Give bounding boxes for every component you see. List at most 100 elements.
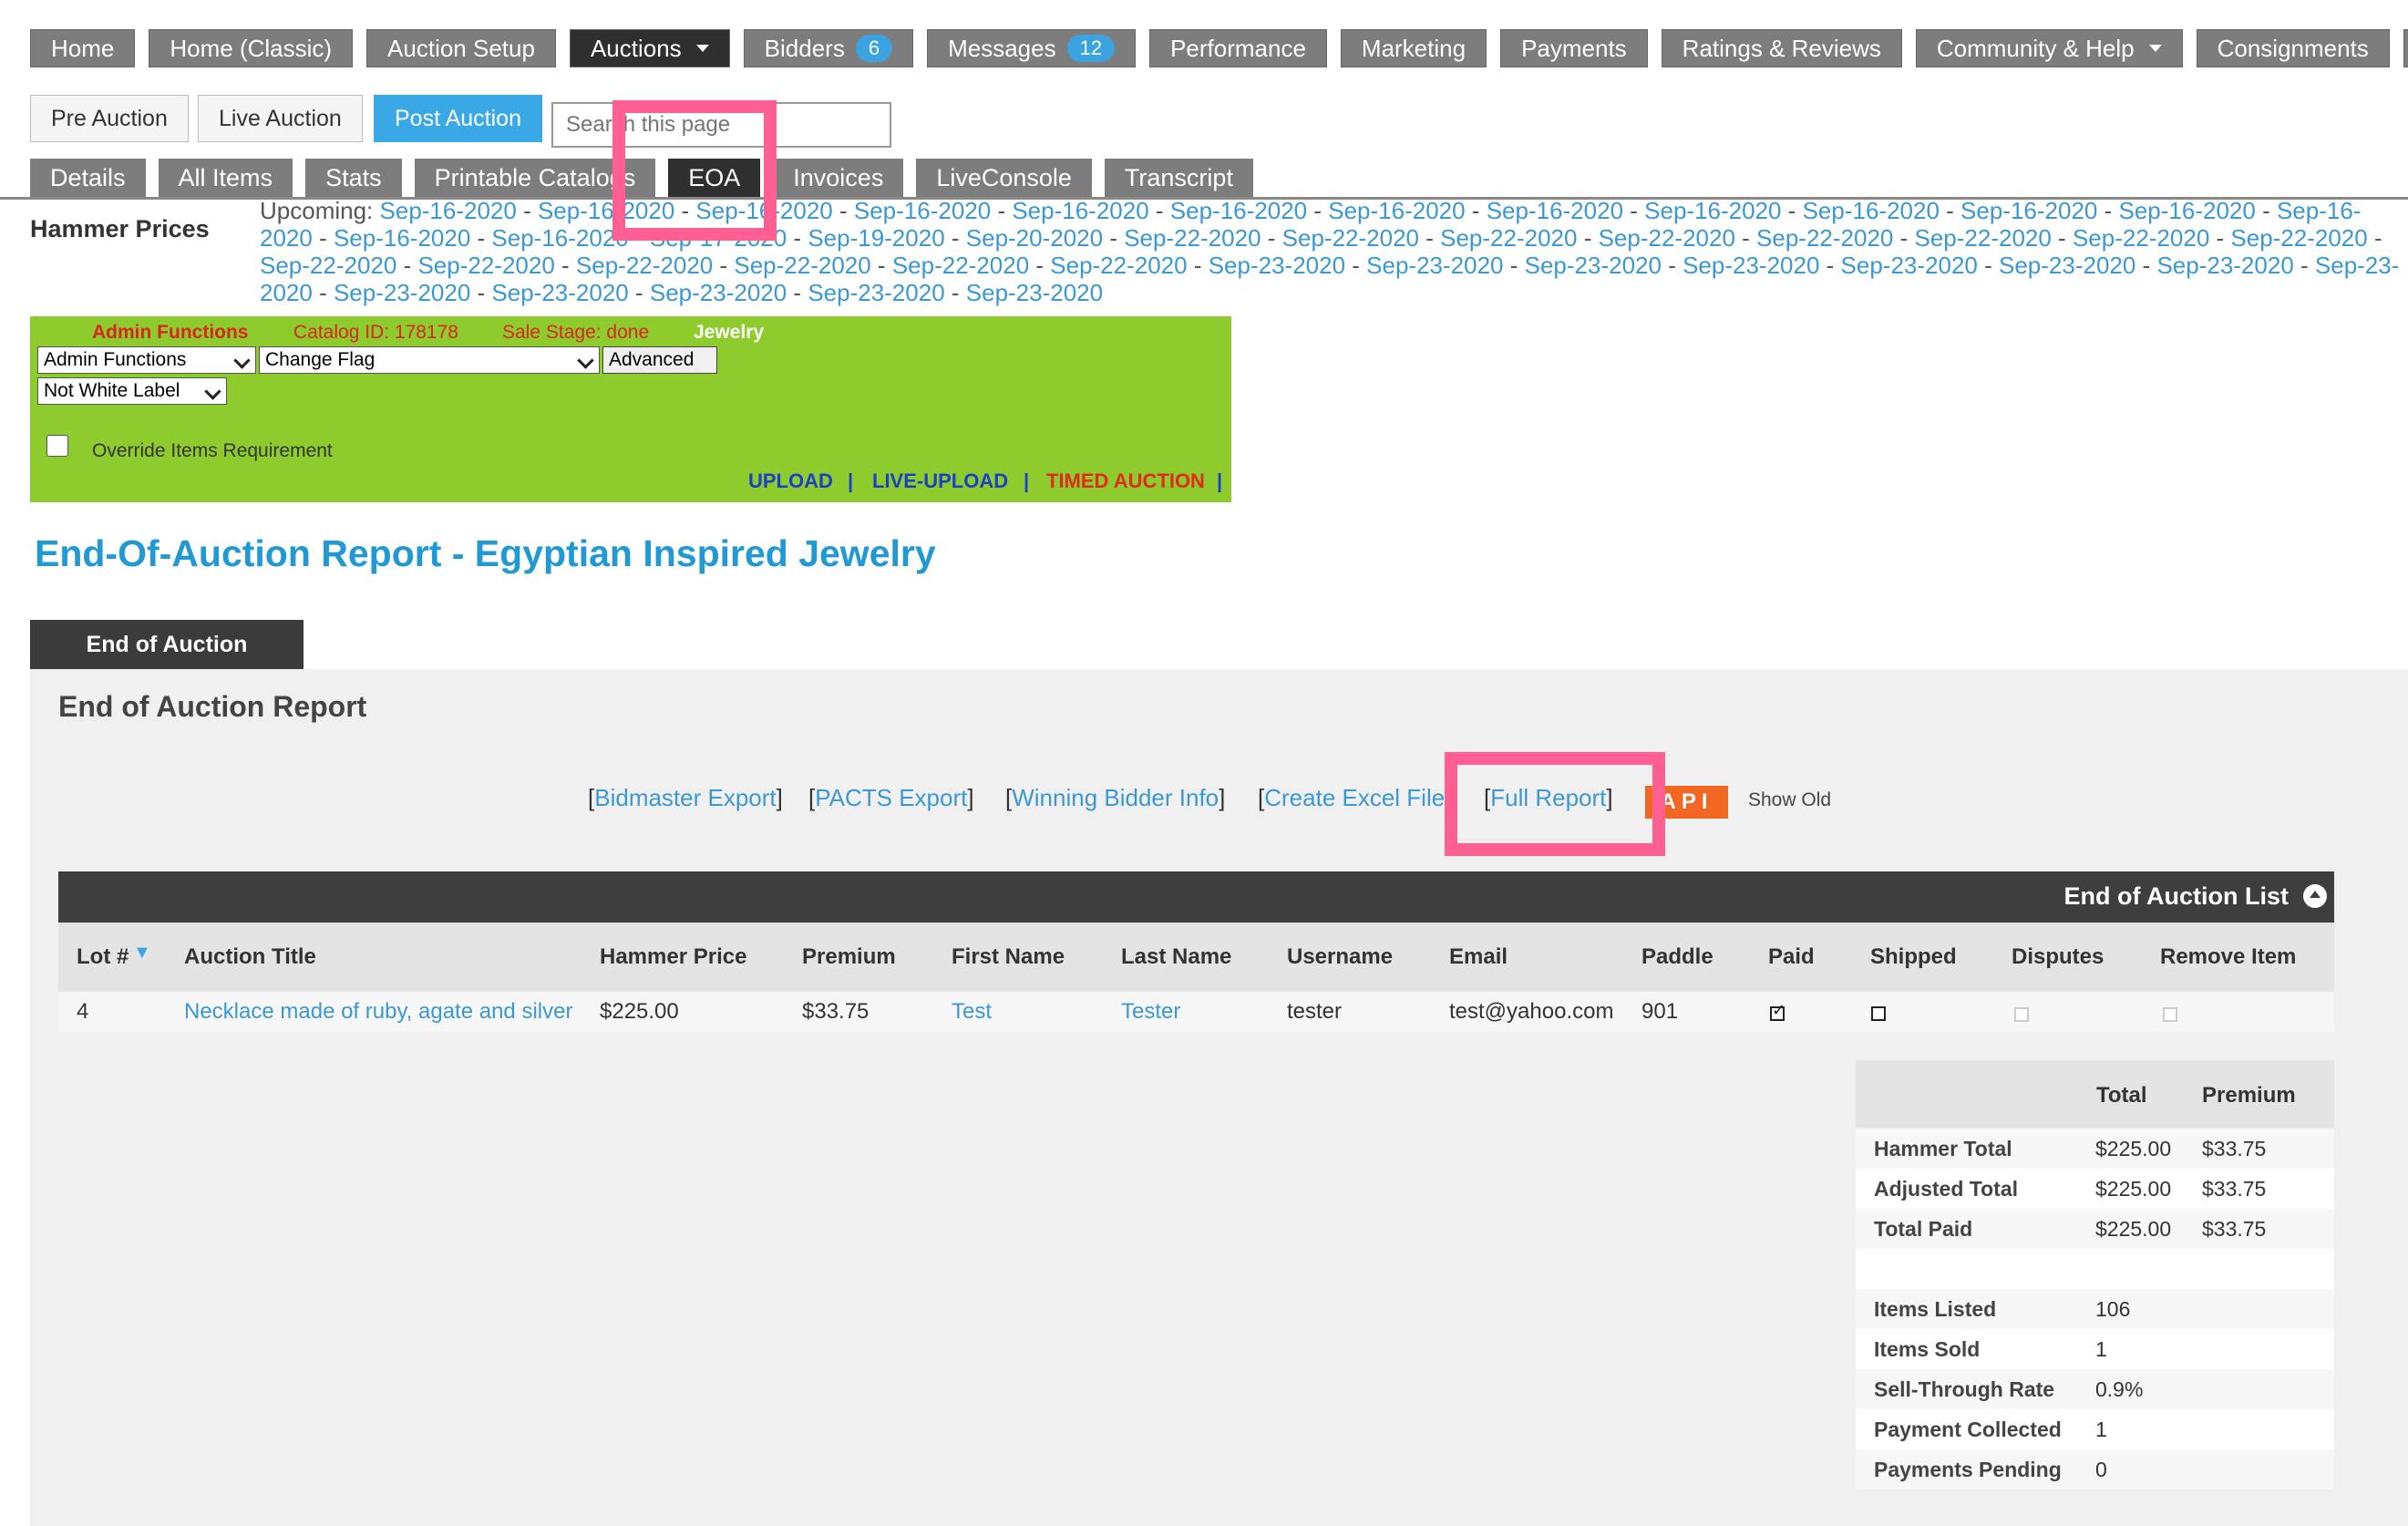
col-username[interactable]: Username	[1287, 944, 1393, 970]
show-old-link[interactable]: Show Old	[1748, 789, 1831, 811]
tab-transcript[interactable]: Transcript	[1104, 159, 1253, 197]
nav-bidders[interactable]: Bidders 6	[743, 29, 914, 67]
admin-functions-select[interactable]: Admin Functions	[37, 346, 256, 374]
col-disputes[interactable]: Disputes	[2012, 944, 2104, 970]
nav-auctions[interactable]: Auctions	[569, 29, 730, 67]
upcoming-date-link[interactable]: Sep-23-2020	[1366, 252, 1503, 279]
bidmaster-export-text[interactable]: Bidmaster Export	[594, 784, 776, 811]
nav-community[interactable]: Community & Help	[1915, 29, 2183, 67]
upcoming-date-link[interactable]: Sep-19-2020	[808, 224, 944, 252]
upcoming-date-link[interactable]: Sep-22-2020	[2073, 224, 2209, 252]
tab-details[interactable]: Details	[30, 159, 146, 197]
nav-marketing[interactable]: Marketing	[1340, 29, 1487, 67]
upcoming-date-link[interactable]: Sep-16-2020	[1012, 197, 1148, 224]
upcoming-date-link[interactable]: Sep-23-2020	[1525, 252, 1662, 279]
upcoming-date-link[interactable]: Sep-23-2020	[1209, 252, 1345, 279]
upcoming-date-link[interactable]: Sep-16-2020	[334, 224, 470, 252]
tab-invoices[interactable]: Invoices	[773, 159, 904, 197]
col-paid[interactable]: Paid	[1768, 944, 1815, 970]
create-excel-text[interactable]: Create Excel File	[1264, 784, 1445, 811]
nav-payments[interactable]: Payments	[1500, 29, 1648, 67]
nav-more[interactable]: E	[2403, 29, 2408, 67]
upcoming-date-link[interactable]: Sep-23-2020	[1683, 252, 1819, 279]
upcoming-date-link[interactable]: Sep-22-2020	[892, 252, 1029, 279]
advanced-button[interactable]: Advanced	[602, 346, 717, 374]
upcoming-date-link[interactable]: Sep-16-2020	[854, 197, 991, 224]
nav-home-classic[interactable]: Home (Classic)	[149, 29, 354, 67]
nav-consignments[interactable]: Consignments	[2196, 29, 2390, 67]
upcoming-date-link[interactable]: Sep-16-2020	[1644, 197, 1781, 224]
upcoming-date-link[interactable]: Sep-22-2020	[417, 252, 554, 279]
winning-bidder-text[interactable]: Winning Bidder Info	[1012, 784, 1219, 811]
shipped-checkbox[interactable]	[1871, 1006, 1886, 1021]
tab-all-items[interactable]: All Items	[158, 159, 293, 197]
tab-end-of-auction[interactable]: End of Auction	[30, 620, 304, 669]
nav-home[interactable]: Home	[30, 29, 136, 67]
upcoming-date-link[interactable]: Sep-22-2020	[1440, 224, 1577, 252]
upcoming-date-link[interactable]: Sep-20-2020	[966, 224, 1103, 252]
upcoming-date-link[interactable]: Sep-22-2020	[260, 252, 396, 279]
upcoming-date-link[interactable]: Sep-16-2020	[1170, 197, 1307, 224]
post-auction-button[interactable]: Post Auction	[374, 95, 542, 142]
col-last-name[interactable]: Last Name	[1121, 944, 1231, 970]
winning-bidder-link[interactable]: [Winning Bidder Info]	[1005, 784, 1225, 812]
upcoming-date-link[interactable]: Sep-22-2020	[1756, 224, 1893, 252]
upcoming-date-link[interactable]: Sep-16-2020	[380, 197, 517, 224]
sort-desc-icon[interactable]: ▼	[133, 943, 151, 964]
upcoming-date-link[interactable]: Sep-22-2020	[1599, 224, 1735, 252]
live-auction-button[interactable]: Live Auction	[198, 95, 363, 142]
pacts-export-link[interactable]: [PACTS Export]	[808, 784, 974, 812]
tab-liveconsole[interactable]: LiveConsole	[916, 159, 1092, 197]
tab-stats[interactable]: Stats	[305, 159, 402, 197]
nav-performance[interactable]: Performance	[1149, 29, 1327, 67]
change-flag-select[interactable]: Change Flag	[259, 346, 600, 374]
cell-first-name[interactable]: Test	[952, 999, 992, 1025]
upcoming-date-link[interactable]: Sep-16-2020	[1803, 197, 1940, 224]
col-auction-title[interactable]: Auction Title	[184, 944, 316, 970]
timed-auction-link[interactable]: TIMED AUCTION	[1046, 469, 1205, 493]
upcoming-date-link[interactable]: Sep-23-2020	[966, 279, 1103, 306]
upcoming-date-link[interactable]: Sep-22-2020	[1282, 224, 1419, 252]
white-label-select[interactable]: Not White Label	[37, 377, 227, 405]
nav-messages[interactable]: Messages 12	[927, 29, 1137, 67]
cell-last-name[interactable]: Tester	[1121, 999, 1180, 1025]
upcoming-date-link[interactable]: Sep-23-2020	[491, 279, 628, 306]
upcoming-date-link[interactable]: Sep-16-2020	[1960, 197, 2097, 224]
col-hammer-price[interactable]: Hammer Price	[600, 944, 746, 970]
col-email[interactable]: Email	[1449, 944, 1508, 970]
upcoming-date-link[interactable]: Sep-22-2020	[1914, 224, 2051, 252]
upcoming-date-link[interactable]: Sep-16-2020	[1328, 197, 1465, 224]
upload-link[interactable]: UPLOAD	[748, 469, 833, 493]
nav-ratings[interactable]: Ratings & Reviews	[1661, 29, 1902, 67]
col-first-name[interactable]: First Name	[952, 944, 1065, 970]
upcoming-date-link[interactable]: Sep-16-2020	[2119, 197, 2256, 224]
upcoming-date-link[interactable]: Sep-22-2020	[576, 252, 713, 279]
upcoming-date-link[interactable]: Sep-22-2020	[1050, 252, 1187, 279]
create-excel-link[interactable]: [Create Excel File]	[1258, 784, 1451, 812]
pre-auction-button[interactable]: Pre Auction	[30, 95, 189, 142]
nav-auction-setup[interactable]: Auction Setup	[366, 29, 556, 67]
override-checkbox[interactable]	[46, 435, 68, 457]
upcoming-date-link[interactable]: Sep-22-2020	[1124, 224, 1261, 252]
upcoming-date-link[interactable]: Sep-16-2020	[1487, 197, 1623, 224]
col-lot[interactable]: Lot #	[77, 944, 129, 970]
col-shipped[interactable]: Shipped	[1870, 944, 1957, 970]
collapse-icon[interactable]	[2303, 884, 2327, 908]
col-premium[interactable]: Premium	[802, 944, 896, 970]
col-remove-item[interactable]: Remove Item	[2160, 944, 2296, 970]
upcoming-date-link[interactable]: Sep-23-2020	[808, 279, 944, 306]
pacts-export-text[interactable]: PACTS Export	[815, 784, 967, 811]
live-upload-link[interactable]: LIVE-UPLOAD	[872, 469, 1008, 493]
cell-auction-title[interactable]: Necklace made of ruby, agate and silver	[184, 999, 572, 1025]
col-paddle[interactable]: Paddle	[1641, 944, 1713, 970]
upcoming-date-link[interactable]: Sep-23-2020	[650, 279, 787, 306]
upcoming-date-link[interactable]: Sep-23-2020	[334, 279, 470, 306]
upcoming-date-link[interactable]: Sep-23-2020	[1841, 252, 1978, 279]
upcoming-date-link[interactable]: Sep-16-2020	[491, 224, 628, 252]
paid-checkbox[interactable]	[1770, 1001, 1785, 1021]
bidmaster-export-link[interactable]: [Bidmaster Export]	[588, 784, 783, 812]
upcoming-date-link[interactable]: Sep-22-2020	[2230, 224, 2367, 252]
upcoming-date-link[interactable]: Sep-23-2020	[2156, 252, 2293, 279]
upcoming-date-link[interactable]: Sep-22-2020	[734, 252, 870, 279]
upcoming-date-link[interactable]: Sep-23-2020	[1999, 252, 2135, 279]
